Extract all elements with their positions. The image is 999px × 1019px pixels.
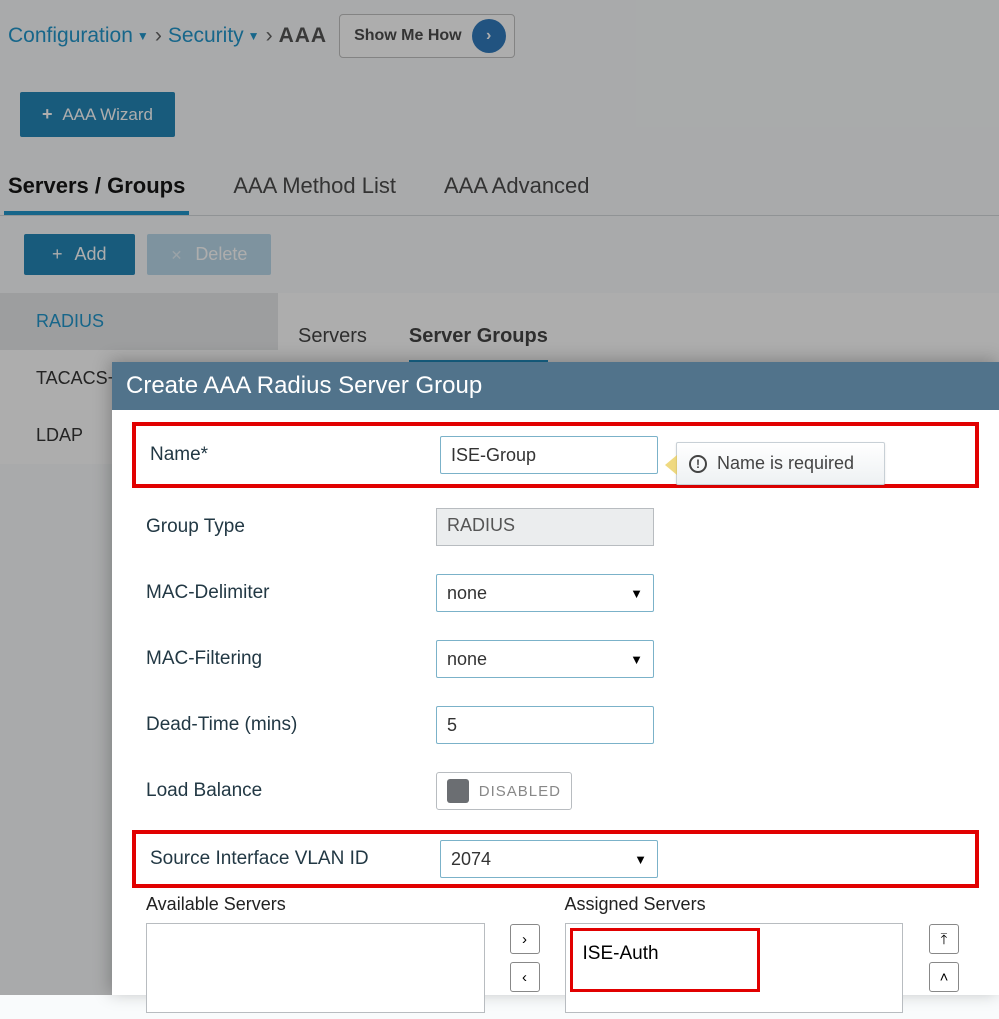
dead-time-input[interactable] bbox=[436, 706, 654, 744]
dual-list-servers: Available Servers › ‹ Assigned Servers I… bbox=[132, 888, 979, 1019]
name-input[interactable] bbox=[440, 436, 658, 474]
load-balance-state: DISABLED bbox=[479, 783, 561, 800]
mac-delimiter-label: MAC-Delimiter bbox=[146, 582, 436, 604]
move-right-button[interactable]: › bbox=[510, 924, 540, 954]
assigned-server-item[interactable]: ISE-Auth bbox=[570, 928, 760, 992]
available-servers-label: Available Servers bbox=[146, 894, 485, 915]
assigned-servers-list[interactable]: ISE-Auth bbox=[565, 923, 904, 1013]
mac-filtering-label: MAC-Filtering bbox=[146, 648, 436, 670]
create-server-group-modal: Create AAA Radius Server Group Name* ! N… bbox=[112, 362, 999, 995]
name-tip-text: Name is required bbox=[717, 453, 854, 474]
mac-filtering-value: none bbox=[447, 649, 487, 670]
move-top-button[interactable]: ⤒ bbox=[929, 924, 959, 954]
mac-filtering-select[interactable]: none ▼ bbox=[436, 640, 654, 678]
available-servers-list[interactable] bbox=[146, 923, 485, 1013]
source-vlan-value: 2074 bbox=[451, 849, 491, 870]
source-vlan-label: Source Interface VLAN ID bbox=[150, 848, 440, 870]
dead-time-label: Dead-Time (mins) bbox=[146, 714, 436, 736]
chevron-down-icon: ▼ bbox=[630, 586, 643, 601]
chevron-down-icon: ▼ bbox=[634, 852, 647, 867]
group-type-value: RADIUS bbox=[436, 508, 654, 546]
source-vlan-select[interactable]: 2074 ▼ bbox=[440, 840, 658, 878]
move-up-button[interactable]: ˄ bbox=[929, 962, 959, 992]
chevron-down-icon: ▼ bbox=[630, 652, 643, 667]
modal-title: Create AAA Radius Server Group bbox=[112, 362, 999, 410]
mac-delimiter-value: none bbox=[447, 583, 487, 604]
group-type-label: Group Type bbox=[146, 516, 436, 538]
name-required-tooltip: ! Name is required bbox=[676, 442, 885, 485]
assigned-servers-label: Assigned Servers bbox=[565, 894, 904, 915]
load-balance-toggle[interactable]: DISABLED bbox=[436, 772, 572, 810]
toggle-handle bbox=[447, 779, 469, 803]
load-balance-label: Load Balance bbox=[146, 780, 436, 802]
mac-delimiter-select[interactable]: none ▼ bbox=[436, 574, 654, 612]
info-icon: ! bbox=[689, 455, 707, 473]
move-left-button[interactable]: ‹ bbox=[510, 962, 540, 992]
name-label: Name* bbox=[150, 444, 440, 466]
